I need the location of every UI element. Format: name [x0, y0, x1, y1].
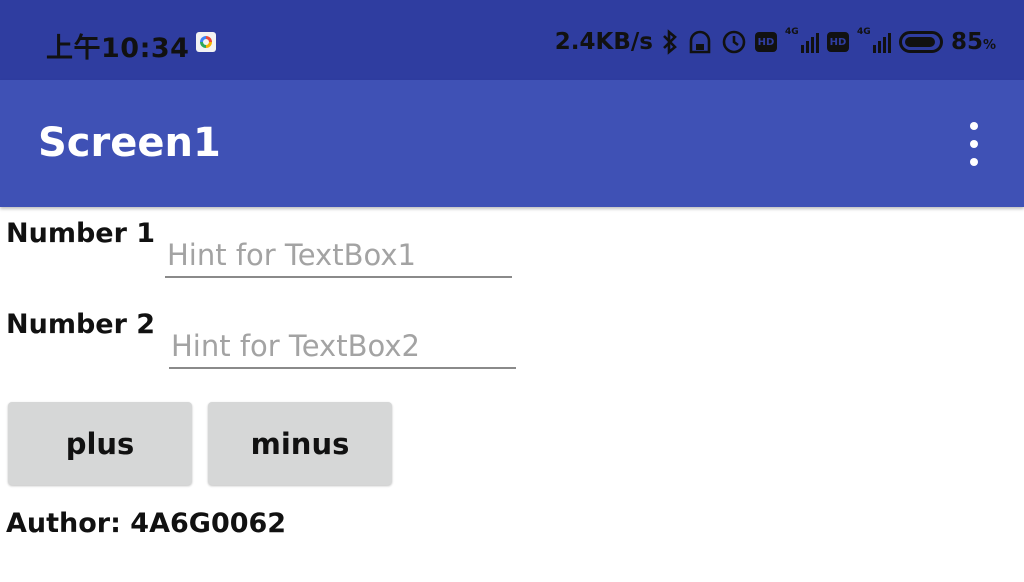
plus-button[interactable]: plus	[8, 402, 192, 485]
status-time: 上午10:34	[46, 33, 190, 64]
vpn-lock-icon	[687, 29, 713, 55]
notification-app-icon	[196, 32, 216, 52]
status-bar: 上午10:34 2.4KB/s HD 4G HD 4G 85%	[0, 0, 1024, 80]
signal-4g-icon: 4G	[784, 27, 819, 55]
number2-label: Number 2	[6, 309, 156, 340]
signal-label: 4G	[784, 27, 799, 37]
battery-icon	[898, 31, 943, 53]
signal-label: 4G	[856, 27, 871, 37]
bluetooth-icon	[661, 29, 679, 55]
alarm-clock-icon	[721, 29, 747, 55]
hd-volte-icon: HD	[754, 32, 777, 52]
textbox2-input[interactable]	[169, 325, 516, 369]
battery-percent: 85%	[950, 29, 996, 55]
hd-volte-icon: HD	[826, 32, 849, 52]
network-speed: 2.4KB/s	[554, 29, 653, 55]
number1-label: Number 1	[6, 218, 156, 249]
textbox1-input[interactable]	[165, 234, 512, 278]
minus-button[interactable]: minus	[208, 402, 392, 485]
app-title: Screen1	[38, 120, 221, 166]
status-icons: 2.4KB/s HD 4G HD 4G 85%	[555, 24, 996, 60]
signal-4g-icon: 4G	[856, 27, 891, 55]
more-vert-icon[interactable]	[958, 122, 990, 166]
app-bar: Screen1	[0, 80, 1024, 207]
author-label: Author: 4A6G0062	[6, 508, 287, 539]
